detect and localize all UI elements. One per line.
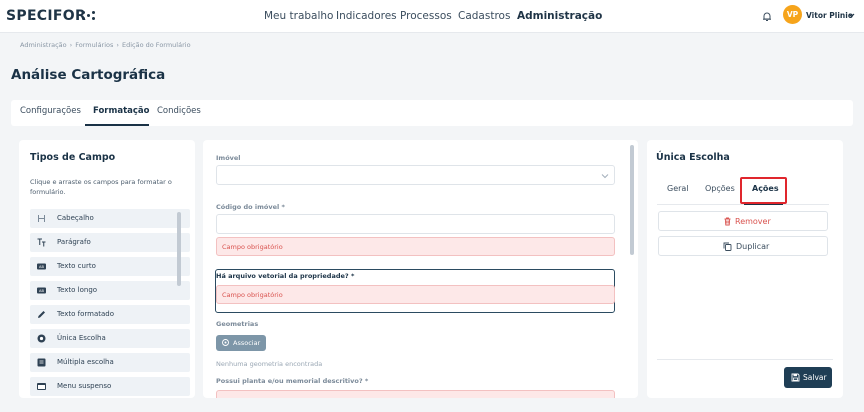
page-title: Análise Cartográfica: [11, 67, 166, 83]
chevron-down-icon: [601, 174, 609, 179]
chevron-down-icon[interactable]: [848, 12, 855, 19]
copy-icon: [723, 242, 732, 251]
top-bar: SPECIFOR Meu trabalho Indicadores Proces…: [0, 0, 864, 33]
properties-footer-divider: [657, 359, 833, 360]
field-type-cabecalho[interactable]: Cabeçalho: [30, 209, 190, 228]
planta-label: Possui planta e/ou memorial descritivo? …: [216, 377, 369, 385]
field-type-paragrafo[interactable]: Parágrafo: [30, 233, 190, 252]
paragraph-icon: [37, 238, 46, 247]
short-text-icon: AB: [37, 263, 46, 270]
nav-processos[interactable]: Processos: [400, 10, 452, 22]
radio-icon: [37, 334, 46, 343]
svg-text:AB: AB: [39, 265, 44, 269]
properties-tab-divider: [657, 204, 829, 205]
long-text-icon: AB: [37, 287, 46, 294]
vetorial-error: Campo obrigatório: [216, 285, 615, 304]
nav-indicadores[interactable]: Indicadores: [336, 10, 397, 22]
codigo-imovel-input[interactable]: [216, 214, 615, 234]
form-editor-scrollbar[interactable]: [630, 145, 634, 255]
tab-condicoes[interactable]: Condições: [157, 106, 201, 116]
breadcrumb-item[interactable]: Administração: [20, 41, 67, 49]
link-icon: [222, 339, 229, 346]
vetorial-label: Há arquivo vetorial da propriedade? *: [216, 272, 355, 280]
associar-button[interactable]: Associar: [216, 335, 266, 351]
imovel-label: Imóvel: [216, 154, 241, 162]
field-type-multipla-escolha[interactable]: Múltipla escolha: [30, 353, 190, 372]
active-tab-indicator: [85, 124, 149, 126]
remove-button[interactable]: Remover: [658, 211, 828, 231]
tab-configuracoes[interactable]: Configurações: [20, 106, 81, 116]
logo-dots-icon: [82, 11, 96, 21]
tab-formatacao[interactable]: Formatação: [93, 106, 150, 116]
trash-icon: [724, 217, 731, 226]
logo[interactable]: SPECIFOR: [6, 8, 86, 24]
tab-geral[interactable]: Geral: [667, 184, 689, 193]
dropdown-menu-icon: [37, 383, 46, 390]
no-geometry-text: Nenhuma geometria encontrada: [216, 360, 323, 368]
codigo-imovel-label: Código do imóvel *: [216, 203, 285, 211]
form-editor-panel: Imóvel Código do imóvel * Campo obrigató…: [203, 140, 638, 398]
nav-meu-trabalho[interactable]: Meu trabalho: [264, 10, 333, 22]
heading-icon: [38, 215, 45, 222]
save-icon: [791, 373, 800, 382]
form-tabs: Configurações Formatação Condições: [11, 100, 853, 126]
nav-administracao[interactable]: Administração: [517, 10, 602, 22]
breadcrumb: Administração › Formulários › Edição do Form…: [20, 41, 191, 49]
properties-title: Única Escolha: [656, 152, 730, 163]
avatar[interactable]: VP: [783, 5, 802, 24]
planta-error-partial: [216, 390, 615, 398]
svg-text:AB: AB: [39, 289, 44, 293]
highlight-frame: [740, 177, 787, 204]
field-type-texto-longo[interactable]: AB Texto longo: [30, 281, 190, 300]
codigo-imovel-error: Campo obrigatório: [216, 237, 615, 256]
field-types-scrollbar[interactable]: [177, 212, 181, 286]
tab-opcoes[interactable]: Opções: [705, 184, 735, 193]
save-button[interactable]: Salvar: [784, 367, 832, 388]
bell-icon[interactable]: [762, 11, 772, 22]
nav-cadastros[interactable]: Cadastros: [458, 10, 510, 22]
breadcrumb-item[interactable]: Formulários: [75, 41, 113, 49]
user-name[interactable]: Vitor Plinio: [806, 11, 853, 20]
field-type-unica-escolha[interactable]: Única Escolha: [30, 329, 190, 348]
field-type-menu-suspenso[interactable]: Menu suspenso: [30, 377, 190, 396]
pen-icon: [38, 311, 45, 318]
field-types-panel: Tipos de Campo Clique e arraste os campo…: [19, 140, 195, 398]
properties-panel: Única Escolha Geral Opções Ações Remover…: [647, 140, 843, 398]
field-types-title: Tipos de Campo: [30, 152, 116, 163]
field-type-texto-formatado[interactable]: Texto formatado: [30, 305, 190, 324]
geometrias-label: Geometrias: [216, 320, 259, 328]
checkbox-icon: [37, 358, 46, 367]
duplicate-button[interactable]: Duplicar: [658, 236, 828, 256]
imovel-select[interactable]: [216, 165, 615, 185]
field-types-help: Clique e arraste os campos para formatar…: [30, 178, 172, 196]
breadcrumb-current: Edição do Formulário: [122, 41, 191, 49]
field-type-texto-curto[interactable]: AB Texto curto: [30, 257, 190, 276]
